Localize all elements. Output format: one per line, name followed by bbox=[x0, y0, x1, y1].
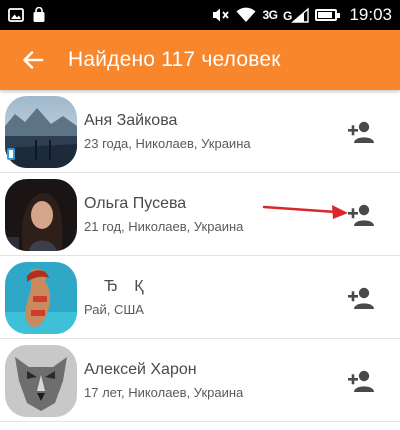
page-title: Найдено 117 человек bbox=[68, 48, 281, 71]
user-details: 21 год, Николаев, Украина bbox=[84, 218, 244, 234]
app-toolbar: Найдено 117 человек bbox=[0, 30, 400, 90]
wifi-icon bbox=[236, 7, 256, 23]
add-friend-icon[interactable] bbox=[348, 286, 374, 310]
user-name[interactable]: Ольга Пусева bbox=[84, 194, 243, 214]
avatar[interactable] bbox=[5, 345, 77, 417]
bag-icon bbox=[32, 7, 46, 23]
user-name[interactable]: Алексей Харон bbox=[84, 360, 243, 380]
avatar[interactable] bbox=[5, 179, 77, 251]
user-details: Рай, США bbox=[84, 301, 144, 317]
clock: 19:03 bbox=[349, 5, 392, 24]
mobile-online-icon bbox=[7, 148, 15, 160]
status-bar: 3G G 19:03 bbox=[0, 0, 400, 30]
battery-icon bbox=[315, 9, 341, 21]
user-name[interactable]: Аня Зайкова bbox=[84, 111, 251, 131]
list-item[interactable]: Аня Зайкова 23 года, Николаев, Украина bbox=[0, 90, 400, 173]
user-details: 17 лет, Николаев, Украина bbox=[84, 384, 244, 400]
mute-icon bbox=[212, 7, 230, 23]
avatar[interactable] bbox=[5, 262, 77, 334]
svg-text:G: G bbox=[283, 9, 292, 23]
network-type: 3G bbox=[262, 8, 278, 22]
search-results-list: Аня Зайкова 23 года, Николаев, Украина О… bbox=[0, 90, 400, 422]
add-friend-icon[interactable] bbox=[348, 369, 374, 393]
arrow-left-icon bbox=[23, 51, 44, 69]
avatar[interactable] bbox=[5, 96, 77, 168]
back-button[interactable] bbox=[20, 47, 46, 73]
user-details: 23 года, Николаев, Украина bbox=[84, 135, 251, 151]
add-friend-icon[interactable] bbox=[348, 120, 374, 144]
list-item[interactable]: Ђ Қ Рай, США bbox=[0, 256, 400, 339]
list-item[interactable]: Алексей Харон 17 лет, Николаев, Украина bbox=[0, 339, 400, 422]
signal-icon: G bbox=[283, 7, 310, 23]
annotation-arrow bbox=[262, 205, 348, 219]
image-icon bbox=[8, 7, 24, 23]
user-name[interactable]: Ђ Қ bbox=[84, 277, 150, 297]
